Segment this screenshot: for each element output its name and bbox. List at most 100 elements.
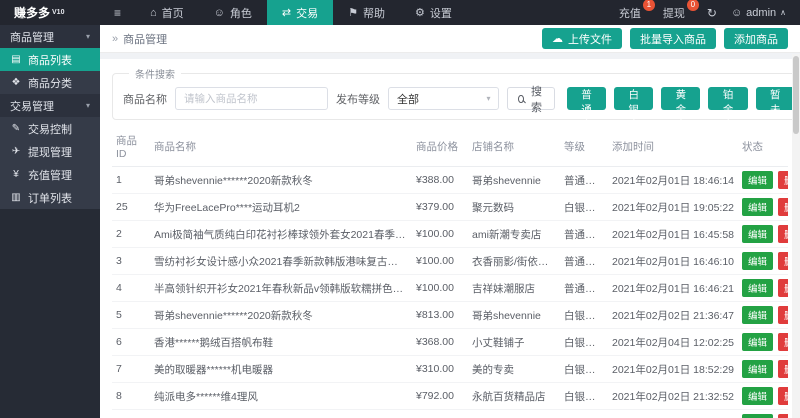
cell-store-name: 聚元数码: [468, 194, 560, 221]
delete-button[interactable]: 删除: [778, 387, 788, 405]
sidebar-item-1[interactable]: ▤ 商品列表: [0, 48, 100, 71]
recharge-link[interactable]: 充值 1: [619, 5, 649, 21]
cell-product-id: 25: [112, 194, 150, 221]
sidebar-item-label: 商品列表: [28, 52, 72, 68]
batch-import-button[interactable]: 批量导入商品: [630, 28, 716, 49]
nav-item-exchange[interactable]: ⇄ 交易: [267, 0, 333, 25]
column-header: 商品ID: [112, 127, 150, 167]
content-panel: 条件搜索 商品名称 发布等级 全部 ▾ 搜 索 普通会员白银会员黄金会员铂金会员…: [100, 59, 800, 418]
delete-button[interactable]: 删除: [778, 198, 788, 216]
coin-icon: ¥: [10, 169, 22, 180]
sidebar-group-label: 交易管理: [10, 98, 54, 114]
level-filter-group: 普通会员白银会员黄金会员铂金会员暂未开放暂未开放: [567, 87, 800, 110]
cell-product-price: ¥813.00: [412, 302, 468, 329]
column-header: 商品名称: [150, 127, 412, 167]
table-row: 8 纯派电多******维4理风 ¥792.00 永航百货精品店 白银会员 20…: [112, 383, 788, 410]
edit-button[interactable]: 编辑: [742, 306, 773, 324]
table-header-row: 商品ID商品名称商品价格店铺名称等级添加时间状态: [112, 127, 788, 167]
cell-product-id: 9: [112, 410, 150, 418]
refresh-icon[interactable]: ↻: [707, 6, 717, 20]
column-header: 商品价格: [412, 127, 468, 167]
order-cart-icon: ▥: [10, 192, 22, 203]
cell-level: 白银会员: [560, 383, 608, 410]
edit-button[interactable]: 编辑: [742, 198, 773, 216]
search-icon: [518, 95, 524, 103]
edit-button[interactable]: 编辑: [742, 171, 773, 189]
home-icon: ⌂: [150, 7, 157, 19]
sidebar-item-2[interactable]: ❖ 商品分类: [0, 71, 100, 94]
cell-product-id: 1: [112, 167, 150, 194]
cell-level: 普通会员: [560, 275, 608, 302]
cell-level: 黄金会员: [560, 410, 608, 418]
row-actions: 编辑 删除: [742, 333, 784, 351]
cell-added-time: 2021年02月02日 21:32:52: [608, 383, 738, 410]
edit-button[interactable]: 编辑: [742, 225, 773, 243]
delete-button[interactable]: 删除: [778, 360, 788, 378]
sidebar-item-5[interactable]: ✈ 提现管理: [0, 140, 100, 163]
delete-button[interactable]: 删除: [778, 414, 788, 418]
cloud-upload-icon: ☁: [552, 32, 563, 45]
add-product-button[interactable]: 添加商品: [724, 28, 788, 49]
nav-item-gear[interactable]: ⚙ 设置: [400, 0, 467, 25]
scrollbar-thumb[interactable]: [793, 56, 799, 134]
edit-button[interactable]: 编辑: [742, 387, 773, 405]
level-filter-button[interactable]: 白银会员: [614, 87, 653, 110]
cell-store-name: 哥弟shevennie: [468, 167, 560, 194]
sidebar-group-0[interactable]: 商品管理 ▾: [0, 25, 100, 48]
edit-button[interactable]: 编辑: [742, 252, 773, 270]
delete-button[interactable]: 删除: [778, 252, 788, 270]
cell-added-time: 2021年02月01日 18:46:14: [608, 167, 738, 194]
cell-product-id: 7: [112, 356, 150, 383]
cell-added-time: 2021年02月01日 16:46:21: [608, 275, 738, 302]
chevron-down-icon: ▾: [86, 101, 90, 110]
level-select[interactable]: 全部 ▾: [388, 87, 499, 110]
hamburger-menu-icon[interactable]: ≡: [100, 0, 135, 25]
nav-item-label: 设置: [430, 5, 452, 21]
level-filter-button[interactable]: 铂金会员: [708, 87, 747, 110]
delete-button[interactable]: 删除: [778, 306, 788, 324]
nav-item-home[interactable]: ⌂ 首页: [135, 0, 199, 25]
edit-button[interactable]: 编辑: [742, 279, 773, 297]
cell-product-name: 纯派电多******维4理风: [150, 383, 412, 410]
delete-button[interactable]: 删除: [778, 225, 788, 243]
level-filter-button[interactable]: 暂未开放: [756, 87, 795, 110]
level-select-value: 全部: [397, 91, 419, 107]
sidebar-group-3[interactable]: 交易管理 ▾: [0, 94, 100, 117]
cell-product-name: 美的取暖器******机电暖器: [150, 356, 412, 383]
product-name-input[interactable]: [175, 87, 328, 110]
edit-button[interactable]: 编辑: [742, 333, 773, 351]
cell-product-price: ¥388.00: [412, 167, 468, 194]
nav-item-user[interactable]: ☺ 角色: [199, 0, 267, 25]
cell-store-name: 90: [468, 410, 560, 418]
withdraw-link[interactable]: 提现 0: [663, 5, 693, 21]
user-menu[interactable]: ☺ admin ∧: [731, 7, 786, 19]
delete-button[interactable]: 删除: [778, 279, 788, 297]
edit-button[interactable]: 编辑: [742, 414, 773, 418]
sidebar-item-7[interactable]: ▥ 订单列表: [0, 186, 100, 209]
cell-added-time: 2021年02月01日 16:45:58: [608, 221, 738, 248]
edit-button[interactable]: 编辑: [742, 360, 773, 378]
row-actions: 编辑 删除: [742, 306, 784, 324]
sidebar-item-4[interactable]: ✎ 交易控制: [0, 117, 100, 140]
nav-item-label: 首页: [162, 5, 184, 21]
delete-button[interactable]: 删除: [778, 333, 788, 351]
cell-level: 白银会员: [560, 329, 608, 356]
cell-added-time: 2021年01月13日 10:56:01: [608, 410, 738, 418]
search-button[interactable]: 搜 索: [507, 87, 554, 110]
scrollbar[interactable]: [792, 54, 800, 418]
nav-item-flag[interactable]: ⚑ 帮助: [333, 0, 400, 25]
cell-store-name: 美的专卖: [468, 356, 560, 383]
chevron-down-icon: ▾: [86, 32, 90, 41]
withdraw-badge: 0: [687, 0, 699, 11]
delete-button[interactable]: 删除: [778, 171, 788, 189]
level-filter-button[interactable]: 黄金会员: [661, 87, 700, 110]
search-section: 条件搜索 商品名称 发布等级 全部 ▾ 搜 索 普通会员白银会员黄金会员铂金会员…: [112, 66, 800, 120]
cell-product-price: ¥368.00: [412, 329, 468, 356]
cell-product-price: ¥310.00: [412, 356, 468, 383]
products-table: 商品ID商品名称商品价格店铺名称等级添加时间状态 1 哥弟shevennie**…: [112, 127, 788, 418]
upload-file-button[interactable]: ☁ 上传文件: [542, 28, 622, 49]
sidebar-item-6[interactable]: ¥ 充值管理: [0, 163, 100, 186]
cell-product-name: 华为FreeLacePro****运动耳机2: [150, 194, 412, 221]
level-filter-button[interactable]: 普通会员: [567, 87, 606, 110]
nav-item-label: 交易: [296, 5, 318, 21]
